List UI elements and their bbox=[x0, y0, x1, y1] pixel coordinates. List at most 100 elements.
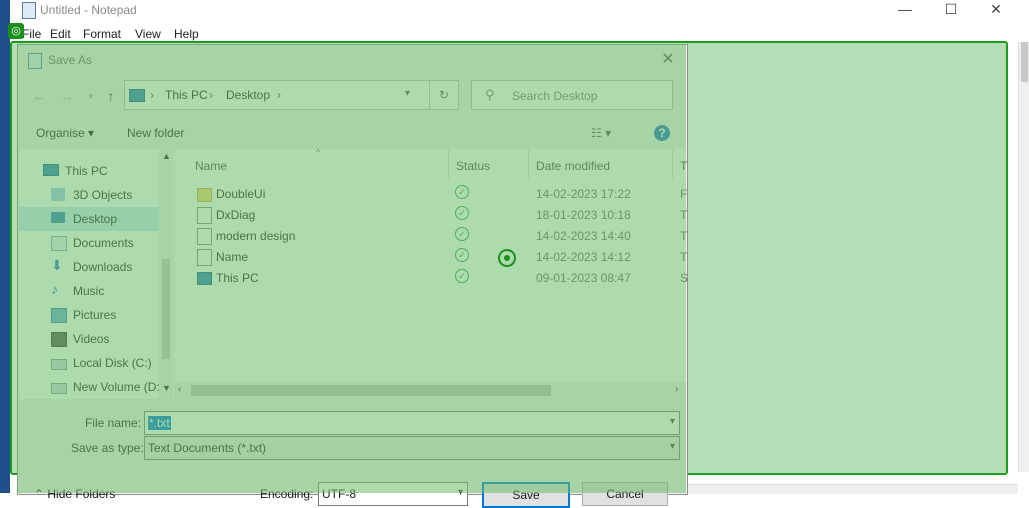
menu-edit[interactable]: Edit bbox=[50, 27, 71, 41]
save-type-select[interactable]: Text Documents (*.txt) ▾ bbox=[144, 436, 680, 460]
sync-status-icon: ✓ bbox=[455, 185, 469, 199]
recent-dropdown-icon[interactable]: ▾ bbox=[82, 87, 100, 105]
chevron-right-icon[interactable]: › bbox=[209, 88, 213, 102]
file-date: 14-02-2023 14:40 bbox=[536, 229, 631, 243]
scroll-up-icon[interactable]: ▲ bbox=[162, 151, 171, 161]
file-list: Name ^ Status Date modified T DoubleUi ✓… bbox=[175, 147, 689, 399]
scroll-left-icon[interactable]: ‹ bbox=[178, 384, 181, 395]
nav-new-volume[interactable]: New Volume (D: bbox=[19, 375, 160, 399]
nav-scrollbar-thumb[interactable] bbox=[162, 259, 170, 359]
shortcut-icon bbox=[197, 272, 212, 285]
encoding-select[interactable]: UTF-8 ▾ bbox=[318, 482, 468, 506]
file-type: T bbox=[680, 208, 688, 222]
search-box[interactable]: ⚲ Search Desktop bbox=[471, 80, 673, 110]
download-arrow-icon: ⬇ bbox=[51, 257, 63, 273]
file-date: 14-02-2023 14:12 bbox=[536, 250, 631, 264]
encoding-value: UTF-8 bbox=[322, 487, 356, 501]
file-name-field[interactable]: *.txt ▾ bbox=[144, 411, 680, 435]
close-button[interactable]: ✕ bbox=[973, 0, 1019, 20]
menu-file[interactable]: File bbox=[22, 27, 41, 41]
nav-scrollbar[interactable]: ▲ ▼ bbox=[159, 149, 173, 399]
menu-view[interactable]: View bbox=[135, 27, 161, 41]
scrollbar-thumb[interactable] bbox=[1021, 42, 1028, 82]
hide-folders-toggle[interactable]: ⌃ Hide Folders bbox=[34, 487, 115, 501]
nav-this-pc[interactable]: This PC bbox=[11, 159, 151, 183]
forward-arrow-icon[interactable]: → bbox=[58, 87, 76, 105]
hide-folders-label: Hide Folders bbox=[47, 487, 116, 501]
column-separator[interactable] bbox=[528, 149, 529, 179]
address-bar[interactable]: › This PC › Desktop › ▾ bbox=[124, 80, 431, 110]
text-file-icon bbox=[197, 207, 212, 224]
minimize-button[interactable]: — bbox=[882, 0, 928, 20]
column-status[interactable]: Status bbox=[456, 159, 490, 173]
text-file-icon bbox=[197, 228, 212, 245]
music-note-icon: ♪ bbox=[51, 281, 58, 297]
encoding-label: Encoding: bbox=[260, 487, 314, 501]
breadcrumb-this-pc[interactable]: This PC bbox=[165, 88, 208, 102]
nav-local-disk[interactable]: Local Disk (C:) bbox=[19, 351, 159, 375]
file-type: F bbox=[680, 187, 688, 201]
maximize-button[interactable]: ☐ bbox=[928, 0, 974, 20]
scroll-down-icon[interactable]: ▼ bbox=[162, 383, 171, 393]
new-folder-button[interactable]: New folder bbox=[127, 126, 184, 140]
cancel-button[interactable]: Cancel bbox=[582, 482, 668, 506]
back-arrow-icon[interactable]: ← bbox=[30, 87, 48, 105]
column-separator[interactable] bbox=[448, 149, 449, 179]
nav-pictures[interactable]: Pictures bbox=[19, 303, 159, 327]
dialog-close-button[interactable]: ✕ bbox=[657, 49, 679, 71]
cube-icon bbox=[51, 188, 65, 201]
save-as-dialog: Save As ✕ ← → ▾ ↑ › This PC › Desktop › … bbox=[17, 44, 689, 508]
up-arrow-icon[interactable]: ↑ bbox=[102, 87, 120, 105]
nav-3d-objects[interactable]: 3D Objects bbox=[19, 183, 159, 207]
nav-downloads[interactable]: ⬇ Downloads bbox=[19, 255, 159, 279]
desktop-icon bbox=[51, 212, 65, 223]
navigation-pane: This PC 3D Objects Desktop Documents ⬇ D… bbox=[19, 149, 174, 399]
drive-icon bbox=[51, 359, 67, 370]
file-row[interactable]: modern design ✓ 14-02-2023 14:40 T bbox=[175, 225, 687, 246]
file-row[interactable]: DoubleUi ✓ 14-02-2023 17:22 F bbox=[175, 183, 688, 204]
refresh-button[interactable]: ↻ bbox=[429, 80, 459, 110]
sort-up-icon: ^ bbox=[316, 147, 321, 157]
file-date: 14-02-2023 17:22 bbox=[536, 187, 631, 201]
target-badge-icon: ◎ bbox=[8, 23, 24, 39]
dialog-toolbar: Organise ▾ New folder ☷ ▾ bbox=[18, 118, 687, 148]
nav-label: This PC bbox=[65, 164, 108, 178]
help-icon[interactable]: ? bbox=[654, 125, 670, 141]
file-type: S bbox=[680, 271, 689, 285]
dialog-title: Save As bbox=[48, 53, 93, 67]
file-type: T bbox=[680, 250, 688, 264]
nav-videos[interactable]: Videos bbox=[19, 327, 159, 351]
menu-help[interactable]: Help bbox=[174, 27, 199, 41]
column-date-modified[interactable]: Date modified bbox=[536, 159, 610, 173]
save-type-value: Text Documents (*.txt) bbox=[148, 441, 267, 455]
file-row[interactable]: This PC ✓ 09-01-2023 08:47 S bbox=[175, 267, 689, 288]
notepad-titlebar: Untitled - Notepad — ☐ ✕ bbox=[10, 0, 1020, 22]
breadcrumb-desktop[interactable]: Desktop bbox=[226, 88, 270, 102]
column-name[interactable]: Name bbox=[195, 159, 227, 173]
address-dropdown-icon[interactable]: ▾ bbox=[405, 88, 410, 99]
chevron-down-icon[interactable]: ▾ bbox=[670, 441, 675, 452]
notepad-menubar: File Edit Format View Help bbox=[10, 24, 1020, 42]
chevron-down-icon[interactable]: ▾ bbox=[670, 416, 675, 427]
save-button[interactable]: Save bbox=[482, 482, 570, 508]
nav-documents[interactable]: Documents bbox=[19, 231, 159, 255]
file-row[interactable]: DxDiag ✓ 18-01-2023 10:18 T bbox=[175, 204, 688, 225]
organise-button[interactable]: Organise ▾ bbox=[36, 126, 94, 140]
nav-desktop[interactable]: Desktop bbox=[19, 207, 159, 231]
nav-label: Music bbox=[73, 284, 105, 298]
chevron-right-icon[interactable]: › bbox=[277, 88, 281, 102]
menu-format[interactable]: Format bbox=[83, 27, 121, 41]
file-list-horizontal-scrollbar[interactable]: ‹ › bbox=[175, 382, 686, 399]
horizontal-scrollbar-thumb[interactable] bbox=[191, 385, 551, 396]
desktop-background bbox=[0, 0, 10, 493]
view-options-icon[interactable]: ☷ ▾ bbox=[591, 126, 611, 140]
nav-music[interactable]: ♪ Music bbox=[19, 279, 159, 303]
text-file-icon bbox=[197, 249, 212, 266]
column-separator[interactable] bbox=[672, 149, 673, 179]
notepad-vertical-scrollbar[interactable] bbox=[1018, 42, 1029, 472]
file-row[interactable]: Name ✓ 14-02-2023 14:12 T bbox=[175, 246, 688, 267]
column-type[interactable]: T bbox=[680, 159, 687, 173]
chevron-right-icon[interactable]: › bbox=[150, 88, 154, 102]
scroll-right-icon[interactable]: › bbox=[675, 384, 678, 395]
folder-icon bbox=[197, 188, 212, 202]
